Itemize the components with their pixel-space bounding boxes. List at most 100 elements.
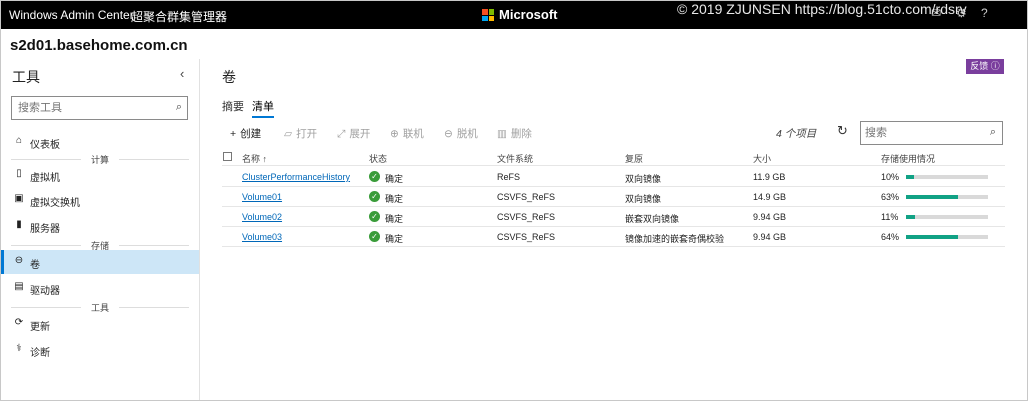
size-text: 14.9 GB: [753, 192, 787, 202]
ok-status-icon: ✓: [369, 171, 380, 182]
select-all-checkbox[interactable]: [223, 152, 232, 161]
volume-search[interactable]: ⌕: [860, 121, 1003, 145]
expand-button[interactable]: ⤢ 展开: [337, 126, 370, 141]
trash-icon: ▥: [497, 128, 507, 140]
page-title: 卷: [222, 69, 236, 85]
status-text: 确定: [385, 234, 404, 244]
usage-bar: [906, 175, 988, 179]
offline-button[interactable]: ⊖ 脱机: [444, 126, 478, 141]
ok-status-icon: ✓: [369, 211, 380, 222]
online-button[interactable]: ⊕ 联机: [390, 126, 424, 141]
usage-bar: [906, 235, 988, 239]
item-count: 4 个项目: [776, 128, 817, 140]
table-row[interactable]: Volume01 ✓ 确定 CSVFS_ReFS 双向镜像 14.9 GB 63…: [222, 187, 1005, 207]
usage-text: 63%: [881, 192, 900, 202]
watermark: © 2019 ZJUNSEN https://blog.51cto.com/rd…: [677, 1, 967, 17]
header-divider: [222, 165, 1005, 166]
column-filesystem[interactable]: 文件系统: [497, 152, 533, 165]
sidebar-item-dashboard[interactable]: ⌂ 仪表板: [1, 130, 199, 154]
stethoscope-icon: ⚕: [16, 343, 22, 354]
top-bar: Windows Admin Center 超聚合群集管理器 ⌵ Microsof…: [1, 1, 1027, 29]
usage-text: 10%: [881, 172, 900, 182]
sidebar-item-diagnostics[interactable]: ⚕ 诊断: [1, 338, 199, 362]
vm-icon: ▯: [16, 168, 22, 179]
window: Windows Admin Center 超聚合群集管理器 ⌵ Microsof…: [0, 0, 1028, 401]
size-text: 9.94 GB: [753, 212, 787, 222]
volume-link[interactable]: ClusterPerformanceHistory: [242, 172, 350, 182]
column-name[interactable]: 名称 ↑: [242, 152, 267, 165]
microsoft-logo-icon: [482, 9, 494, 21]
ok-status-icon: ✓: [369, 231, 380, 242]
resiliency-text: 镜像加速的嵌套奇偶校验: [625, 234, 725, 244]
sidebar-title: 工具: [12, 69, 40, 85]
sidebar-item-volumes[interactable]: ⊖ 卷: [1, 250, 199, 274]
sidebar-search[interactable]: ⌕: [11, 96, 188, 120]
tab-summary[interactable]: 摘要: [222, 98, 244, 114]
search-icon[interactable]: ⌕: [176, 101, 182, 114]
tool-search-input[interactable]: [12, 97, 162, 119]
expand-icon: ⤢: [337, 128, 346, 140]
filesystem-text: ReFS: [497, 172, 521, 182]
status-text: 确定: [385, 214, 404, 224]
sidebar-item-vswitch[interactable]: ▣ 虚拟交换机: [1, 188, 199, 212]
size-text: 9.94 GB: [753, 232, 787, 242]
folder-icon: ▱: [284, 128, 293, 140]
size-text: 11.9 GB: [753, 172, 786, 182]
usage-bar-fill: [906, 235, 959, 239]
table-row[interactable]: Volume02 ✓ 确定 CSVFS_ReFS 嵌套双向镜像 9.94 GB …: [222, 207, 1005, 227]
filesystem-text: CSVFS_ReFS: [497, 232, 556, 242]
sidebar-item-updates[interactable]: ⟳ 更新: [1, 312, 199, 336]
usage-bar-fill: [906, 195, 958, 199]
refresh-icon[interactable]: ↻: [837, 123, 848, 139]
table-row[interactable]: Volume03 ✓ 确定 CSVFS_ReFS 镜像加速的嵌套奇偶校验 9.9…: [222, 227, 1005, 247]
resiliency-text: 双向镜像: [625, 194, 662, 204]
offline-icon: ⊖: [444, 128, 453, 140]
feedback-button[interactable]: 反馈 ⓘ: [966, 59, 1004, 74]
switch-icon: ▣: [14, 193, 24, 204]
usage-text: 64%: [881, 232, 900, 242]
volume-link[interactable]: Volume02: [242, 212, 282, 222]
filesystem-text: CSVFS_ReFS: [497, 192, 556, 202]
volume-link[interactable]: Volume03: [242, 232, 282, 242]
host-title: s2d01.basehome.com.cn: [10, 37, 188, 54]
status-text: 确定: [385, 174, 404, 184]
usage-bar-fill: [906, 215, 916, 219]
open-button[interactable]: ▱ 打开: [284, 126, 317, 141]
usage-text: 11%: [881, 212, 899, 222]
collapse-chevron-icon[interactable]: ‹: [180, 66, 184, 81]
volume-link[interactable]: Volume01: [242, 192, 282, 202]
column-status[interactable]: 状态: [369, 152, 387, 165]
status-text: 确定: [385, 194, 404, 204]
table-row[interactable]: ClusterPerformanceHistory ✓ 确定 ReFS 双向镜像…: [222, 167, 1005, 187]
column-resiliency[interactable]: 复原: [625, 152, 643, 165]
brand-text: Microsoft: [499, 7, 558, 22]
tab-inventory[interactable]: 清单: [252, 98, 274, 118]
delete-button[interactable]: ▥ 删除: [497, 126, 532, 141]
column-size[interactable]: 大小: [753, 152, 771, 165]
chevron-down-icon[interactable]: ⌵: [215, 7, 223, 20]
filesystem-text: CSVFS_ReFS: [497, 212, 556, 222]
update-icon: ⟳: [14, 317, 24, 328]
home-icon: ⌂: [15, 135, 23, 146]
search-icon[interactable]: ⌕: [990, 126, 996, 139]
usage-bar: [906, 215, 988, 219]
sidebar-item-servers[interactable]: ▮ 服务器: [1, 214, 199, 238]
ok-status-icon: ✓: [369, 191, 380, 202]
drive-icon: ▤: [14, 281, 24, 292]
sidebar-item-drives[interactable]: ▤ 驱动器: [1, 276, 199, 300]
help-icon[interactable]: ?: [981, 6, 988, 20]
resiliency-text: 双向镜像: [625, 174, 662, 184]
server-icon: ▮: [16, 219, 22, 230]
volume-icon: ⊖: [14, 255, 24, 266]
plus-icon: +: [230, 128, 237, 140]
online-icon: ⊕: [390, 128, 399, 140]
manager-selector[interactable]: 超聚合群集管理器: [131, 8, 227, 25]
sidebar-item-vm[interactable]: ▯ 虚拟机: [1, 163, 199, 187]
resiliency-text: 嵌套双向镜像: [625, 214, 680, 224]
sidebar: 工具 ‹ ⌕ ⌂ 仪表板 计算 ▯ 虚拟机 ▣ 虚拟交换机 ▮ 服务器 存储 ⊖…: [1, 59, 200, 400]
usage-bar: [906, 195, 988, 199]
column-usage[interactable]: 存储使用情况: [881, 152, 935, 165]
app-title[interactable]: Windows Admin Center: [9, 8, 134, 22]
create-button[interactable]: + 创建: [230, 126, 261, 141]
volume-search-input[interactable]: [861, 122, 976, 144]
